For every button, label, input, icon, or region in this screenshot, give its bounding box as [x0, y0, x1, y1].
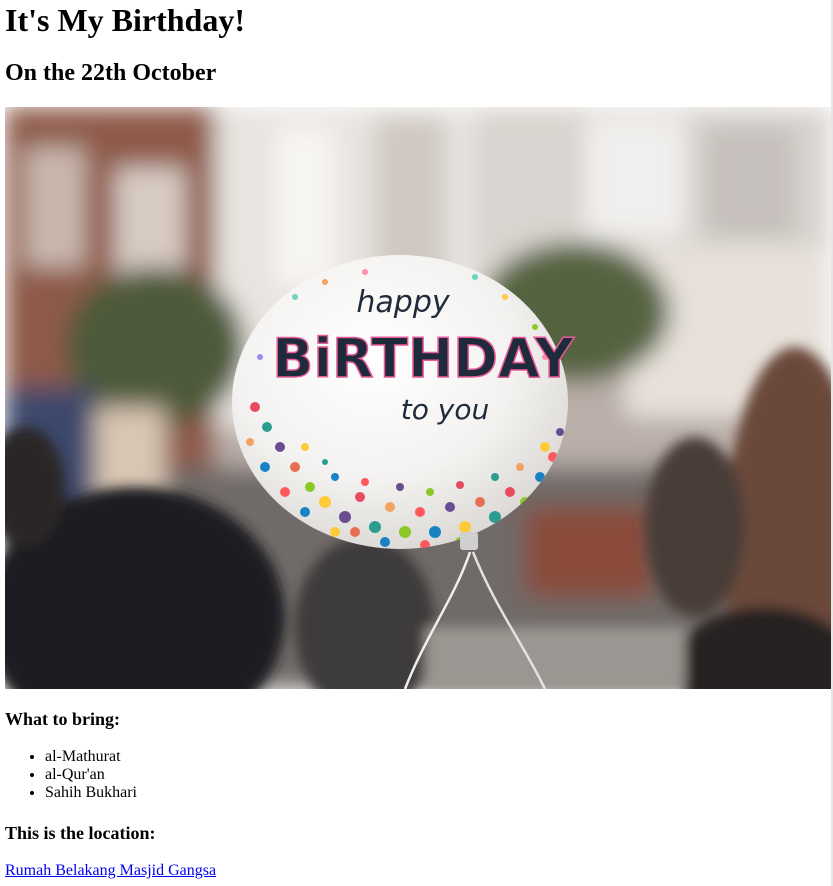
balloon-text-happy: happy — [356, 285, 450, 320]
bring-list: al-Mathurat al-Qur'an Sahih Bukhari — [5, 748, 137, 802]
page-title: It's My Birthday! — [5, 2, 245, 38]
balloon-text-to-you: to you — [401, 393, 489, 426]
what-to-bring-heading: What to bring: — [5, 709, 121, 729]
balloon-text-birthday: BiRTHDAY — [272, 327, 574, 390]
location-link[interactable]: Rumah Belakang Masjid Gangsa — [5, 861, 216, 881]
page-subtitle: On the 22th October — [5, 60, 217, 86]
birthday-balloon-photo: happy BiRTHDAY to you — [5, 107, 831, 689]
list-item: al-Qur'an — [45, 766, 137, 784]
list-item: Sahih Bukhari — [45, 784, 137, 802]
list-item: al-Mathurat — [45, 748, 137, 766]
location-heading: This is the location: — [5, 823, 156, 843]
